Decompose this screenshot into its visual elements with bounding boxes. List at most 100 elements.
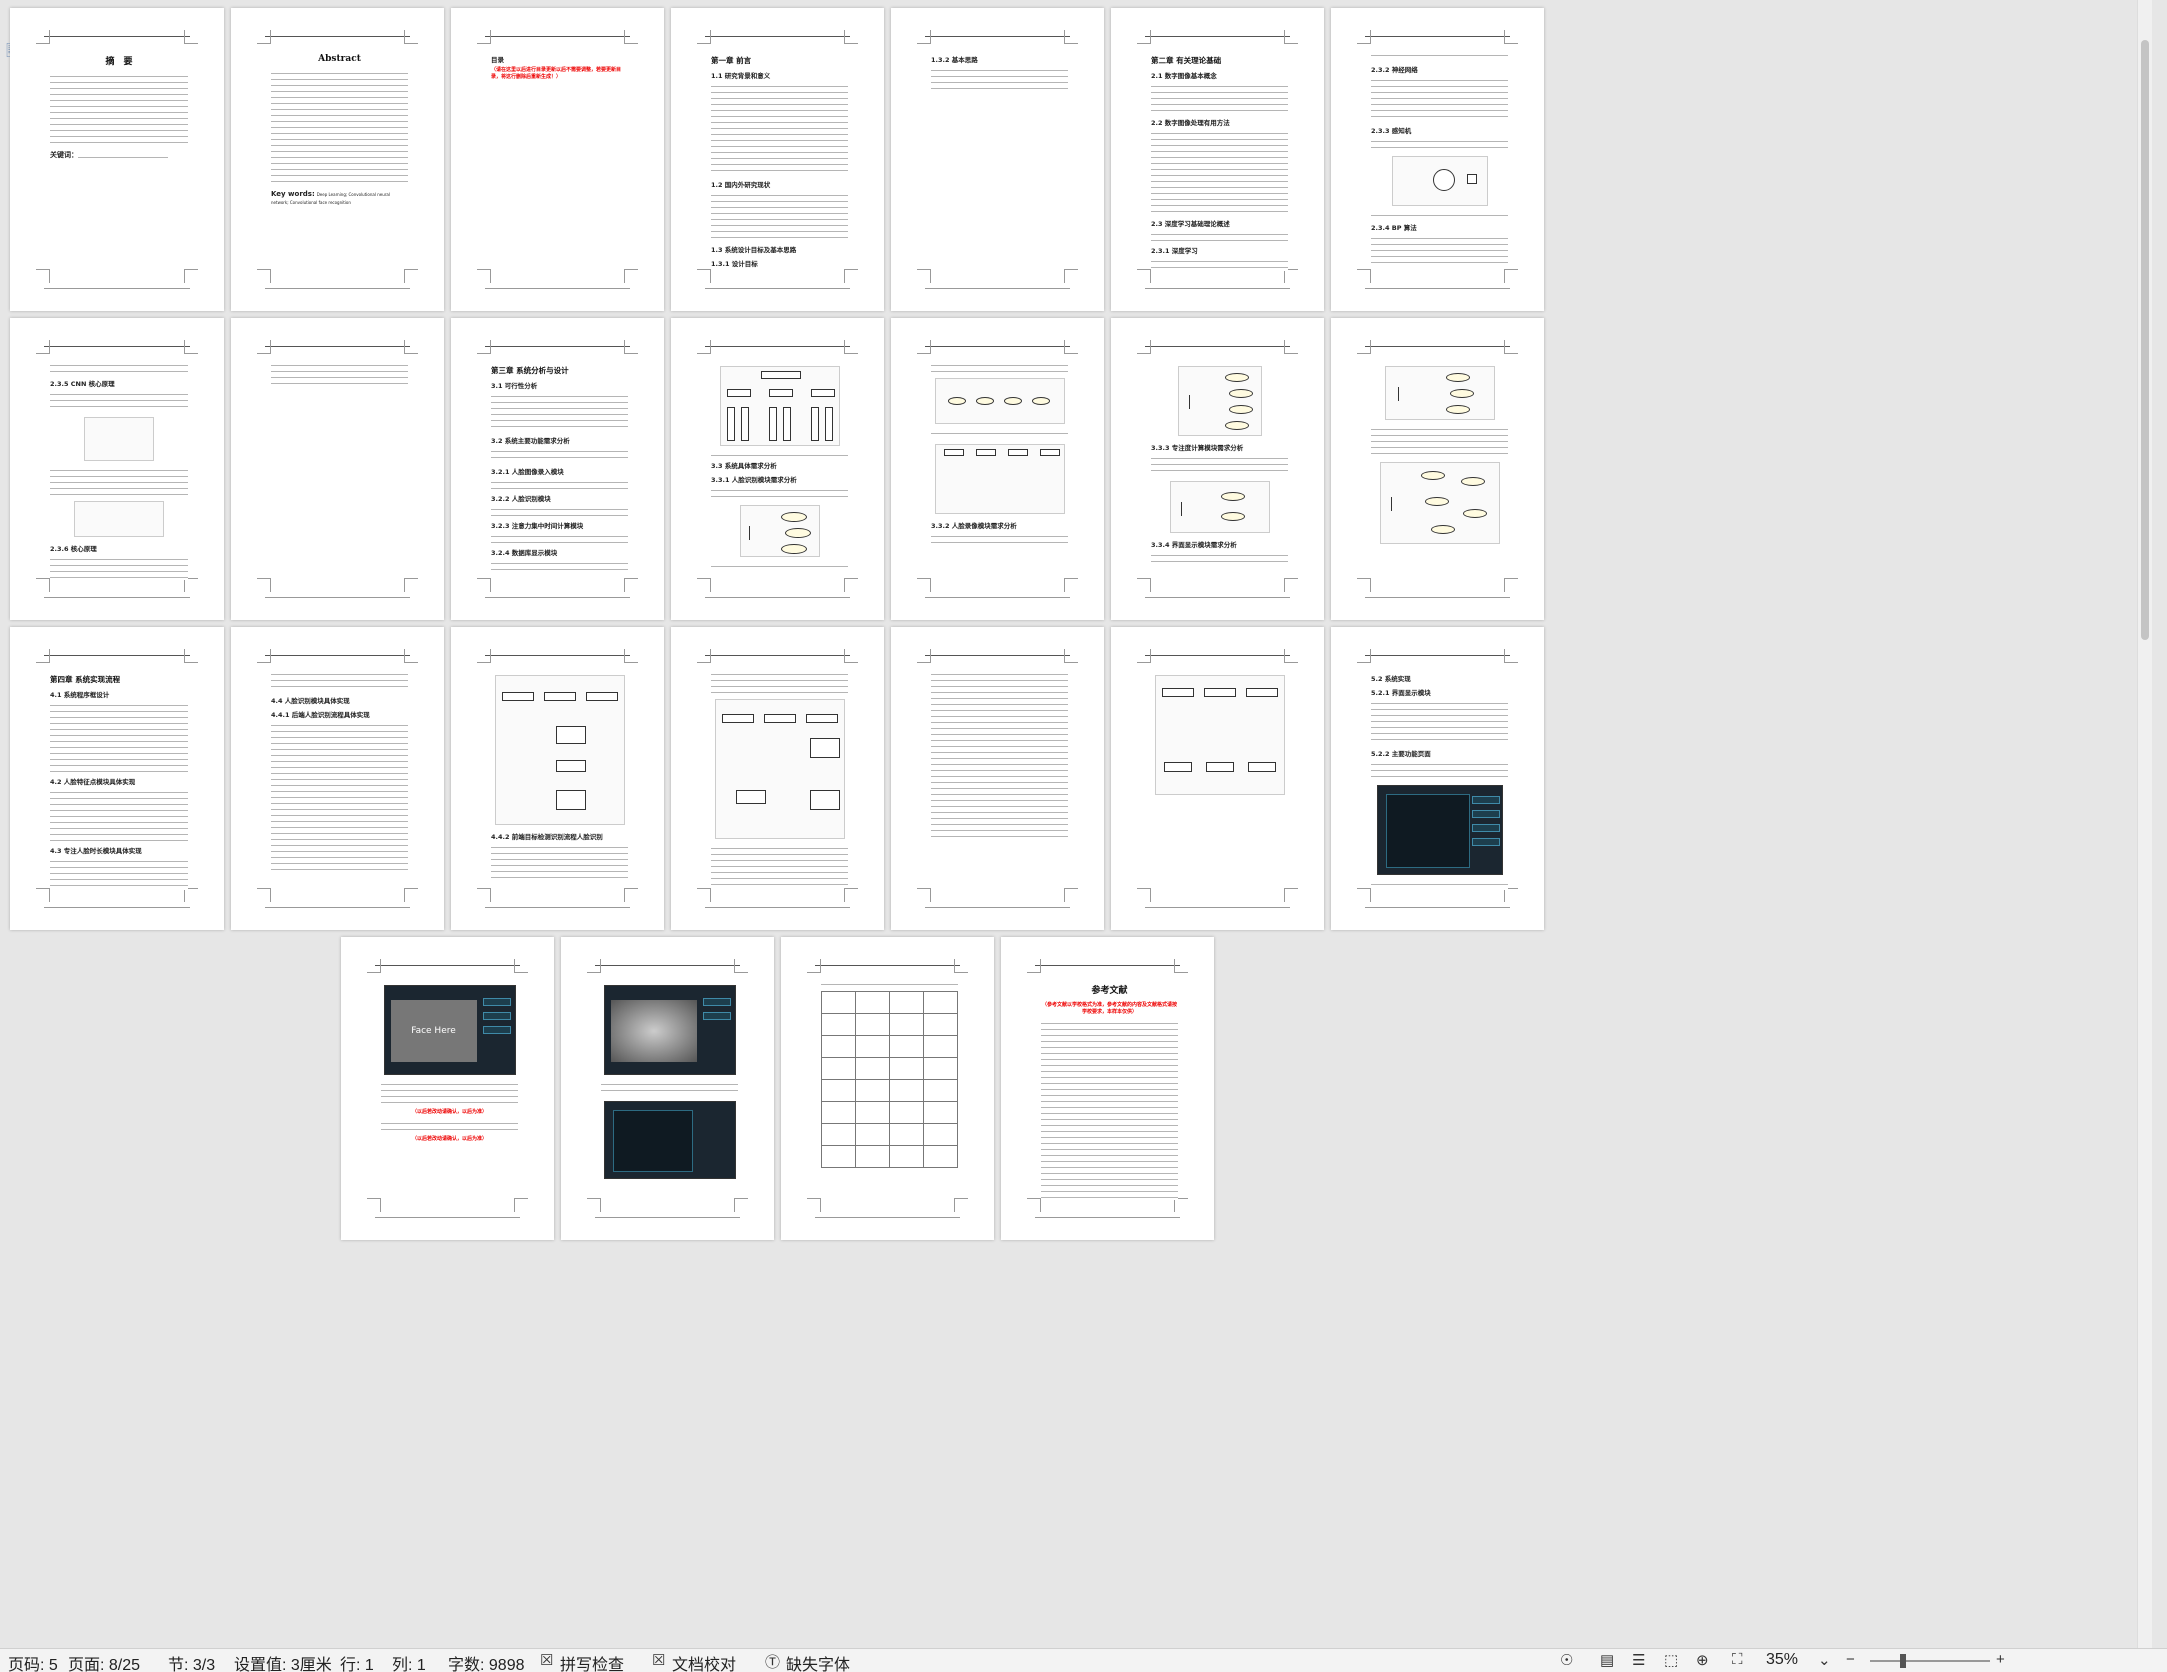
page-count[interactable]: 页面: 8/25 [68,1651,140,1672]
use-case-diagram [1177,366,1262,436]
section-heading: 3.3.4 界面显示模块需求分析 [1151,541,1237,549]
page-20[interactable] [1111,627,1324,930]
missing-font-button[interactable]: 缺失字体 [786,1651,850,1672]
chapter-heading: 第四章 系统实现流程 [50,675,121,684]
section-heading: 1.3 系统设计目标及基本思路 [711,246,797,254]
keywords-line: Key words: Deep Learning; Convolutional … [271,190,390,205]
page-title: Abstract [318,54,361,64]
setting-value[interactable]: 设置值: 3厘米 [234,1651,332,1672]
chapter-heading: 第二章 有关理论基础 [1151,56,1222,65]
flowchart-diagram [714,699,845,839]
row-indicator[interactable]: 行: 1 [340,1651,374,1672]
page-title: 参考文献 [1091,986,1128,996]
section-heading: 3.2.4 数据库显示模块 [491,549,558,557]
page-11[interactable]: 3.3 系统具体需求分析 3.3.1 人脸识别模块需求分析 [671,318,884,620]
use-case-diagram [1384,366,1495,420]
web-view-icon[interactable]: ⊕ [1696,1651,1709,1669]
section-heading: 2.3.4 BP 算法 [1371,224,1417,232]
chapter-heading: 第一章 前言 [711,56,752,65]
activity-diagram [934,378,1065,424]
page-1[interactable]: 摘 要 关键词： [10,8,224,311]
section-heading: 3.3.1 人脸识别模块需求分析 [711,476,797,484]
page-3[interactable]: 目录 （请在这里以后进行目录更新以后不需要调整，若要更新目录，将这行删除后重新生… [451,8,664,311]
section-heading: 3.2.1 人脸图像录入模块 [491,468,564,476]
page-22[interactable]: Face Here （以后若改动请确认，以后为准） （以后若改动请确认，以后为准… [341,937,554,1240]
spell-check-icon[interactable]: ☒ [540,1651,553,1669]
section-heading: 2.3.2 神经网络 [1371,66,1418,74]
page-19[interactable] [891,627,1104,930]
page-21[interactable]: 5.2 系统实现 5.2.1 界面显示模块 5.2.2 主要功能页面 [1331,627,1544,930]
status-bar: 页码: 5 页面: 8/25 节: 3/3 设置值: 3厘米 行: 1 列: 1… [0,1648,2167,1672]
section-heading: 2.3.3 感知机 [1371,127,1412,135]
section-heading: 1.3.1 设计目标 [711,260,758,268]
section-heading: 3.2.2 人脸识别模块 [491,495,551,503]
convolution-grid-diagram [84,417,154,461]
page-2[interactable]: Abstract Key words: Deep Learning; Convo… [231,8,444,311]
page-title: 摘 要 [105,57,133,67]
section-heading: 3.2 系统主要功能需求分析 [491,437,570,445]
page-24[interactable] [781,937,994,1240]
zoom-out-icon[interactable]: − [1846,1651,1855,1668]
section-heading: 1.3.2 基本思路 [931,56,978,64]
page-23[interactable] [561,937,774,1240]
page-4[interactable]: 第一章 前言 1.1 研究背景和意义 1.2 国内外研究现状 1.3 系统设计目… [671,8,884,311]
word-count[interactable]: 字数: 9898 [448,1651,525,1672]
section-indicator[interactable]: 节: 3/3 [168,1651,215,1672]
section-heading: 3.3.2 人脸录像模块需求分析 [931,522,1017,530]
vertical-scrollbar[interactable] [2137,0,2152,1648]
missing-font-icon[interactable]: Ⓣ [765,1651,780,1672]
red-note: （以后若改动请确认，以后为准） [411,1109,487,1115]
section-heading: 2.1 数字图像基本概念 [1151,72,1217,80]
section-heading: 4.1 系统程序框设计 [50,691,110,699]
doc-proof-icon[interactable]: ☒ [652,1651,665,1669]
section-heading: 2.3.1 深度学习 [1151,247,1198,255]
section-heading: 3.3 系统具体需求分析 [711,462,777,470]
section-heading: 5.2.1 界面显示模块 [1371,689,1431,697]
zoom-dropdown-icon[interactable]: ⌄ [1818,1651,1831,1669]
page-18[interactable] [671,627,884,930]
page-9[interactable] [231,318,444,620]
column-indicator[interactable]: 列: 1 [392,1651,426,1672]
page-15[interactable]: 第四章 系统实现流程 4.1 系统程序框设计 4.2 人脸特征点模块具体实现 4… [10,627,224,930]
zoom-slider-handle[interactable] [1900,1654,1906,1668]
page-view-icon[interactable]: ▤ [1600,1651,1614,1669]
database-screenshot [603,1101,736,1179]
flowchart-diagram [494,675,625,825]
page-13[interactable]: 3.3.3 专注度计算模块需求分析 3.3.4 界面显示模块需求分析 [1111,318,1324,620]
page-17[interactable]: 4.4.2 前端目标检测识别流程人脸识别 [451,627,664,930]
page-8[interactable]: 2.3.5 CNN 核心原理 2.3.6 核心原理 [10,318,224,620]
red-note: （参考文献以学校格式为准，参考文献的内容及文献格式请按学校要求，本样本仅供） [1041,1002,1177,1015]
page-14[interactable] [1331,318,1544,620]
section-heading: 4.2 人脸特征点模块具体实现 [50,778,136,786]
eye-protection-icon[interactable]: ☉ [1560,1651,1573,1669]
sequence-diagram [934,444,1065,514]
section-heading: 2.3.6 核心原理 [50,545,97,553]
chapter-heading: 第三章 系统分析与设计 [491,366,569,375]
zoom-in-icon[interactable]: + [1996,1651,2005,1668]
reading-view-icon[interactable]: ⬚ [1664,1651,1678,1669]
section-heading: 4.4.1 后端人脸识别流程具体实现 [271,711,370,719]
page-16[interactable]: 4.4 人脸识别模块具体实现 4.4.1 后端人脸识别流程具体实现 [231,627,444,930]
outline-view-icon[interactable]: ☰ [1632,1651,1645,1669]
page-6[interactable]: 第二章 有关理论基础 2.1 数字图像基本概念 2.2 数字图像处理有用方法 2… [1111,8,1324,311]
page-10[interactable]: 第三章 系统分析与设计 3.1 可行性分析 3.2 系统主要功能需求分析 3.2… [451,318,664,620]
section-heading: 4.4.2 前端目标检测识别流程人脸识别 [491,833,603,841]
doc-proof-button[interactable]: 文档校对 [672,1651,736,1672]
page-25[interactable]: 参考文献 （参考文献以学校格式为准，参考文献的内容及文献格式请按学校要求，本样本… [1001,937,1214,1240]
spell-check-button[interactable]: 拼写检查 [560,1651,624,1672]
red-note: （以后若改动请确认，以后为准） [411,1136,487,1142]
page-12[interactable]: 3.3.2 人脸录像模块需求分析 [891,318,1104,620]
section-heading: 2.2 数字图像处理有用方法 [1151,119,1230,127]
section-heading: 4.4 人脸识别模块具体实现 [271,697,350,705]
section-heading: 3.1 可行性分析 [491,382,538,390]
zoom-level[interactable]: 35% [1766,1651,1798,1669]
scrollbar-thumb[interactable] [2141,40,2149,640]
fit-page-icon[interactable]: ⛶ [1732,1651,1743,1668]
zoom-slider[interactable] [1870,1660,1990,1662]
page-number[interactable]: 页码: 5 [8,1651,58,1672]
section-heading: 1.1 研究背景和意义 [711,72,771,80]
keywords-label: 关键词： [50,151,188,160]
page-7[interactable]: 2.3.2 神经网络 2.3.3 感知机 2.3.4 BP 算法 [1331,8,1544,311]
page-5[interactable]: 1.3.2 基本思路 [891,8,1104,311]
use-case-diagram [1379,462,1500,544]
